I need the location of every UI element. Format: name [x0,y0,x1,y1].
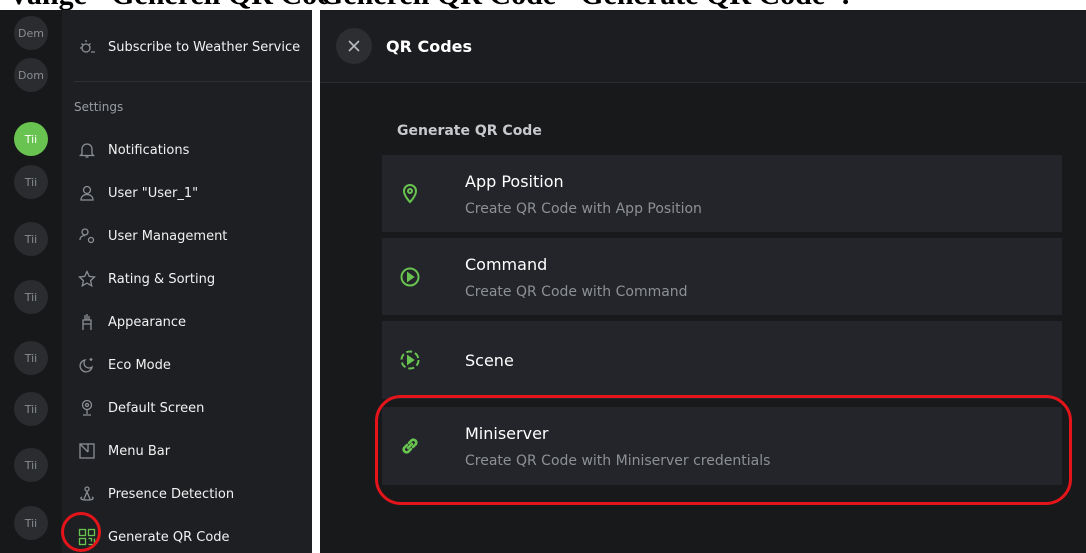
rail-avatar[interactable]: Tii [14,448,48,482]
menu-divider [74,81,312,82]
menu-item-label: Generate QR Code [108,529,230,545]
card-title: Scene [465,351,514,370]
menu-item-default-screen[interactable]: Default Screen [62,389,312,427]
user-icon [76,182,98,204]
card-title: Command [465,255,548,274]
default-screen-icon [76,397,98,419]
menu-item-label: Notifications [108,142,190,158]
menu-item-notifications[interactable]: Notifications [62,131,312,169]
card-title: App Position [465,172,564,191]
rail-avatar[interactable]: Tii [14,222,48,256]
menu-item-label: Rating & Sorting [108,271,216,287]
document-caption-left: Vange "Generell QR Code" [8,0,328,10]
rail-avatar[interactable]: Tii [14,341,48,375]
document-caption-right: Generell QR Code "Generate QR Code". [320,0,1086,10]
card-app-position[interactable]: App Position Create QR Code with App Pos… [382,155,1062,232]
rail-avatar[interactable]: Dem [14,16,48,50]
settings-menu: Subscribe to Weather Service Settings No… [62,10,312,553]
card-command[interactable]: Command Create QR Code with Command [382,238,1062,315]
close-button[interactable] [336,28,372,64]
menu-item-eco-mode[interactable]: Eco Mode [62,346,312,384]
play-circle-icon [397,264,423,290]
weather-icon [76,36,98,58]
menu-item-menu-bar[interactable]: Menu Bar [62,432,312,470]
rail-avatar[interactable]: Tii [14,280,48,314]
menu-item-label: Subscribe to Weather Service [108,39,301,55]
menu-item-label: Appearance [108,314,187,330]
menu-item-user[interactable]: User "User_1" [62,174,312,212]
scene-icon [397,347,423,373]
menu-item-rating-sorting[interactable]: Rating & Sorting [62,260,312,298]
card-subtitle: Create QR Code with Command [465,284,688,300]
menu-item-label: User Management [108,228,228,244]
rail-avatar[interactable]: Tii [14,165,48,199]
bell-icon [76,139,98,161]
menu-item-presence-detection[interactable]: Presence Detection [62,475,312,513]
menu-item-user-management[interactable]: User Management [62,217,312,255]
rail-avatar[interactable]: Tii [14,506,48,540]
menu-item-label: Eco Mode [108,357,171,373]
qr-menu-highlight-circle [61,512,101,552]
menu-item-label: Presence Detection [108,486,235,502]
qr-header: QR Codes [320,10,1086,82]
settings-panel: Dem Dom Tii Tii Tii Tii Tii Tii Tii Tii … [0,10,312,553]
menu-item-label: Menu Bar [108,443,171,459]
user-management-icon [76,225,98,247]
rail-avatar[interactable]: Dom [14,58,48,92]
qr-header-title: QR Codes [386,36,473,56]
miniserver-highlight-outline [375,395,1072,505]
card-subtitle: Create QR Code with App Position [465,201,702,217]
menu-bar-icon [76,440,98,462]
location-pin-icon [397,180,423,206]
menu-item-subscribe-weather[interactable]: Subscribe to Weather Service [62,28,312,66]
menu-item-appearance[interactable]: Appearance [62,303,312,341]
rail-avatar[interactable]: Tii [14,392,48,426]
generate-qr-section-title: Generate QR Code [397,123,542,139]
menu-item-label: User "User_1" [108,185,199,201]
eco-mode-icon [76,354,98,376]
star-icon [76,268,98,290]
header-divider [320,82,1086,83]
card-scene[interactable]: Scene [382,321,1062,399]
settings-section-label: Settings [74,100,124,114]
user-rail: Dem Dom Tii Tii Tii Tii Tii Tii Tii Tii [0,10,62,553]
menu-item-label: Default Screen [108,400,205,416]
rail-avatar-active[interactable]: Tii [14,122,48,156]
close-icon [348,40,360,52]
appearance-icon [76,311,98,333]
presence-detection-icon [76,483,98,505]
